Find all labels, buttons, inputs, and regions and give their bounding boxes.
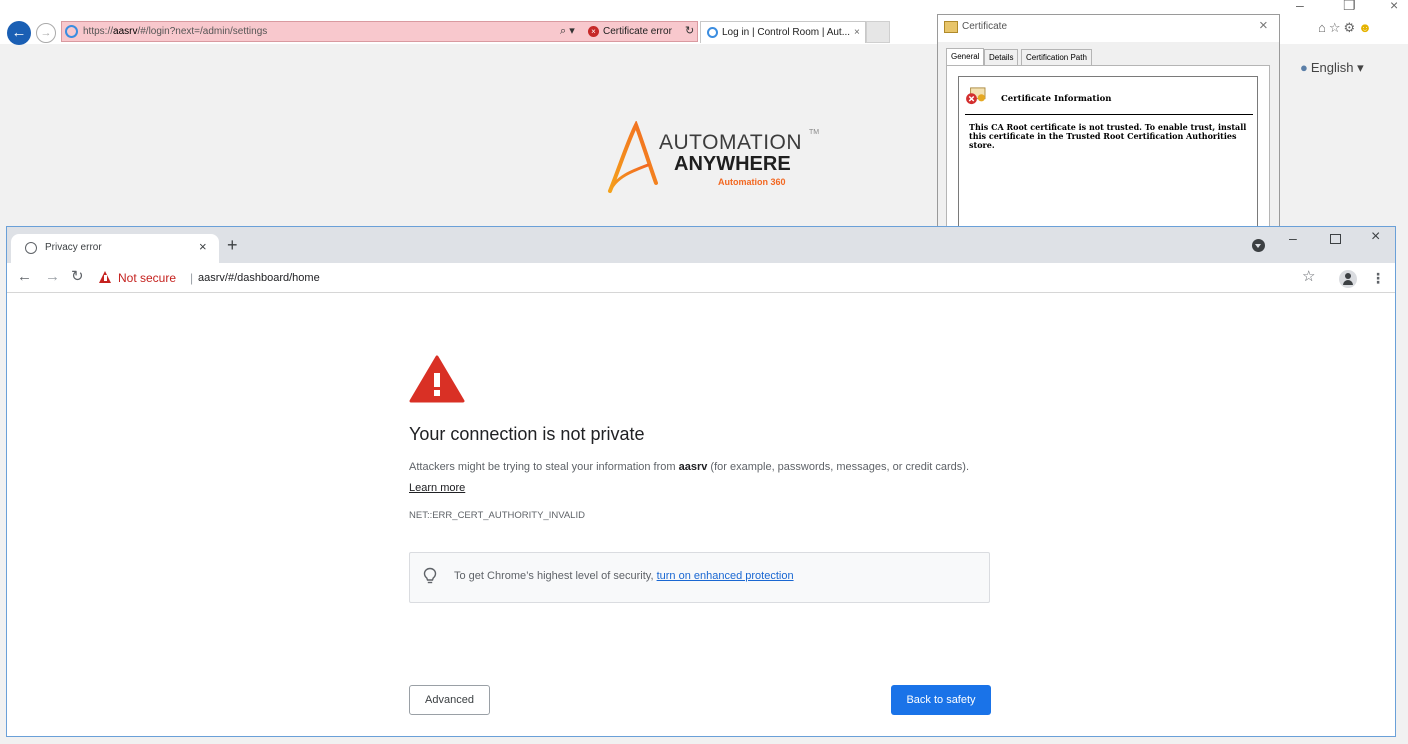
not-secure-label[interactable]: Not secure — [118, 268, 176, 288]
certificate-dialog: Certificate × General Details Certificat… — [937, 14, 1280, 232]
privacy-error-page: Your connection is not private Attackers… — [7, 294, 1395, 736]
enhanced-protection-link[interactable]: turn on enhanced protection — [657, 570, 794, 582]
reload-icon[interactable]: ↻ — [71, 268, 84, 286]
certificate-titlebar: Certificate × — [938, 15, 1279, 42]
profile-avatar-icon[interactable] — [1339, 270, 1357, 288]
chrome-toolbar: ← → ↻ Not secure | aasrv/#/dashboard/hom… — [7, 263, 1395, 293]
cert-error-icon[interactable]: × — [588, 26, 599, 37]
ie-new-tab-button[interactable] — [866, 21, 890, 43]
globe-icon — [25, 242, 37, 254]
enhanced-protection-prefix: To get Chrome’s highest level of securit… — [454, 570, 657, 582]
close-icon[interactable]: × — [1259, 17, 1268, 34]
ie-toolbar-icons: ⌂ ☆ ⚙ ☻ — [1318, 20, 1375, 36]
back-arrow-icon[interactable]: ← — [7, 21, 31, 45]
logo-word-automation: AUTOMATION — [659, 131, 803, 154]
ie-logo-icon — [65, 25, 78, 38]
kebab-menu-icon[interactable]: ⋮ — [1371, 269, 1385, 287]
close-icon[interactable]: × — [1390, 0, 1398, 13]
ie-tab[interactable]: Log in | Control Room | Aut... × — [700, 21, 866, 43]
warning-mark — [104, 275, 107, 281]
cert-error-label[interactable]: Certificate error — [603, 22, 672, 41]
certificate-message: This CA Root certificate is not trusted.… — [969, 122, 1247, 150]
restore-icon[interactable]: ❐ — [1343, 0, 1356, 14]
tab-details[interactable]: Details — [984, 49, 1019, 66]
learn-more-link[interactable]: Learn more — [409, 482, 465, 494]
ie-address-bar[interactable]: https://aasrv/#/login?next=/admin/settin… — [61, 21, 698, 42]
ie-window-controls: – ❐ × — [1296, 0, 1406, 17]
bookmark-star-icon[interactable]: ☆ — [1302, 268, 1315, 286]
logo-product-name: Automation 360 — [718, 177, 786, 187]
close-icon[interactable]: × — [199, 239, 207, 254]
certificate-info-title: Certificate Information — [1001, 94, 1112, 104]
divider — [965, 114, 1253, 115]
ie-url[interactable]: https://aasrv/#/login?next=/admin/settin… — [83, 22, 267, 41]
forward-arrow-icon[interactable]: → — [36, 23, 56, 43]
certificate-error-icon — [966, 87, 986, 105]
minimize-icon[interactable]: – — [1289, 230, 1297, 246]
certificate-title: Certificate — [962, 21, 1008, 32]
back-to-safety-button[interactable]: Back to safety — [891, 685, 991, 715]
tab-general[interactable]: General — [946, 48, 985, 66]
tab-search-icon[interactable] — [1252, 239, 1265, 252]
enhanced-protection-text: To get Chrome’s highest level of securit… — [454, 570, 794, 582]
close-icon[interactable]: × — [1371, 228, 1380, 246]
smiley-icon[interactable]: ☻ — [1358, 20, 1372, 35]
certificate-icon — [944, 21, 958, 33]
gear-icon[interactable]: ⚙ — [1344, 20, 1356, 35]
language-selector[interactable]: ● English ▾ — [1300, 60, 1364, 76]
advanced-button[interactable]: Advanced — [409, 685, 490, 715]
omnibox-url[interactable]: aasrv/#/dashboard/home — [198, 268, 320, 288]
chrome-tab-title: Privacy error — [45, 242, 102, 253]
warning-triangle-icon — [409, 355, 465, 403]
forward-arrow-icon[interactable]: → — [45, 268, 60, 286]
logo-trademark: TM — [809, 129, 820, 136]
certificate-general-panel: Certificate Information This CA Root cer… — [946, 65, 1270, 232]
ie-tab-title: Log in | Control Room | Aut... — [722, 27, 851, 38]
chrome-window: Privacy error × + – × ← → ↻ Not secure |… — [6, 226, 1396, 737]
chrome-tab-privacy-error[interactable]: Privacy error × — [11, 234, 219, 263]
minimize-icon[interactable]: – — [1296, 0, 1304, 13]
ie-logo-icon — [707, 27, 718, 38]
refresh-icon[interactable]: ↻ — [685, 22, 694, 41]
home-icon[interactable]: ⌂ — [1318, 20, 1326, 35]
page-title: Your connection is not private — [409, 424, 645, 444]
automation-anywhere-logo: AUTOMATION TM ANYWHERE Automation 360 — [606, 121, 826, 195]
aa-logo-mark-icon — [608, 121, 658, 193]
error-code: NET::ERR_CERT_AUTHORITY_INVALID — [409, 510, 585, 521]
star-icon[interactable]: ☆ — [1329, 20, 1341, 35]
chrome-tab-strip: Privacy error × + – × — [7, 227, 1395, 263]
new-tab-button[interactable]: + — [227, 235, 238, 255]
tab-certification-path[interactable]: Certification Path — [1021, 49, 1092, 66]
language-label: English ▾ — [1310, 60, 1364, 75]
description-text-cont: (for example, passwords, messages, or cr… — [707, 461, 970, 473]
close-icon[interactable]: × — [854, 22, 860, 43]
description-host: aasrv — [678, 461, 708, 473]
search-dropdown-icon[interactable]: ⌕ ▾ — [560, 22, 575, 41]
omnibox-separator: | — [190, 271, 194, 285]
lightbulb-icon — [423, 567, 437, 584]
description-text: Attackers might be trying to steal your … — [409, 461, 679, 473]
certificate-info-box: Certificate Information This CA Root cer… — [958, 76, 1258, 232]
back-arrow-icon[interactable]: ← — [17, 268, 32, 286]
maximize-icon[interactable] — [1330, 234, 1341, 244]
globe-icon: ● — [1300, 60, 1308, 75]
enhanced-protection-banner: To get Chrome’s highest level of securit… — [409, 552, 990, 603]
logo-word-anywhere: ANYWHERE — [674, 153, 791, 175]
error-description: Attackers might be trying to steal your … — [409, 457, 999, 499]
